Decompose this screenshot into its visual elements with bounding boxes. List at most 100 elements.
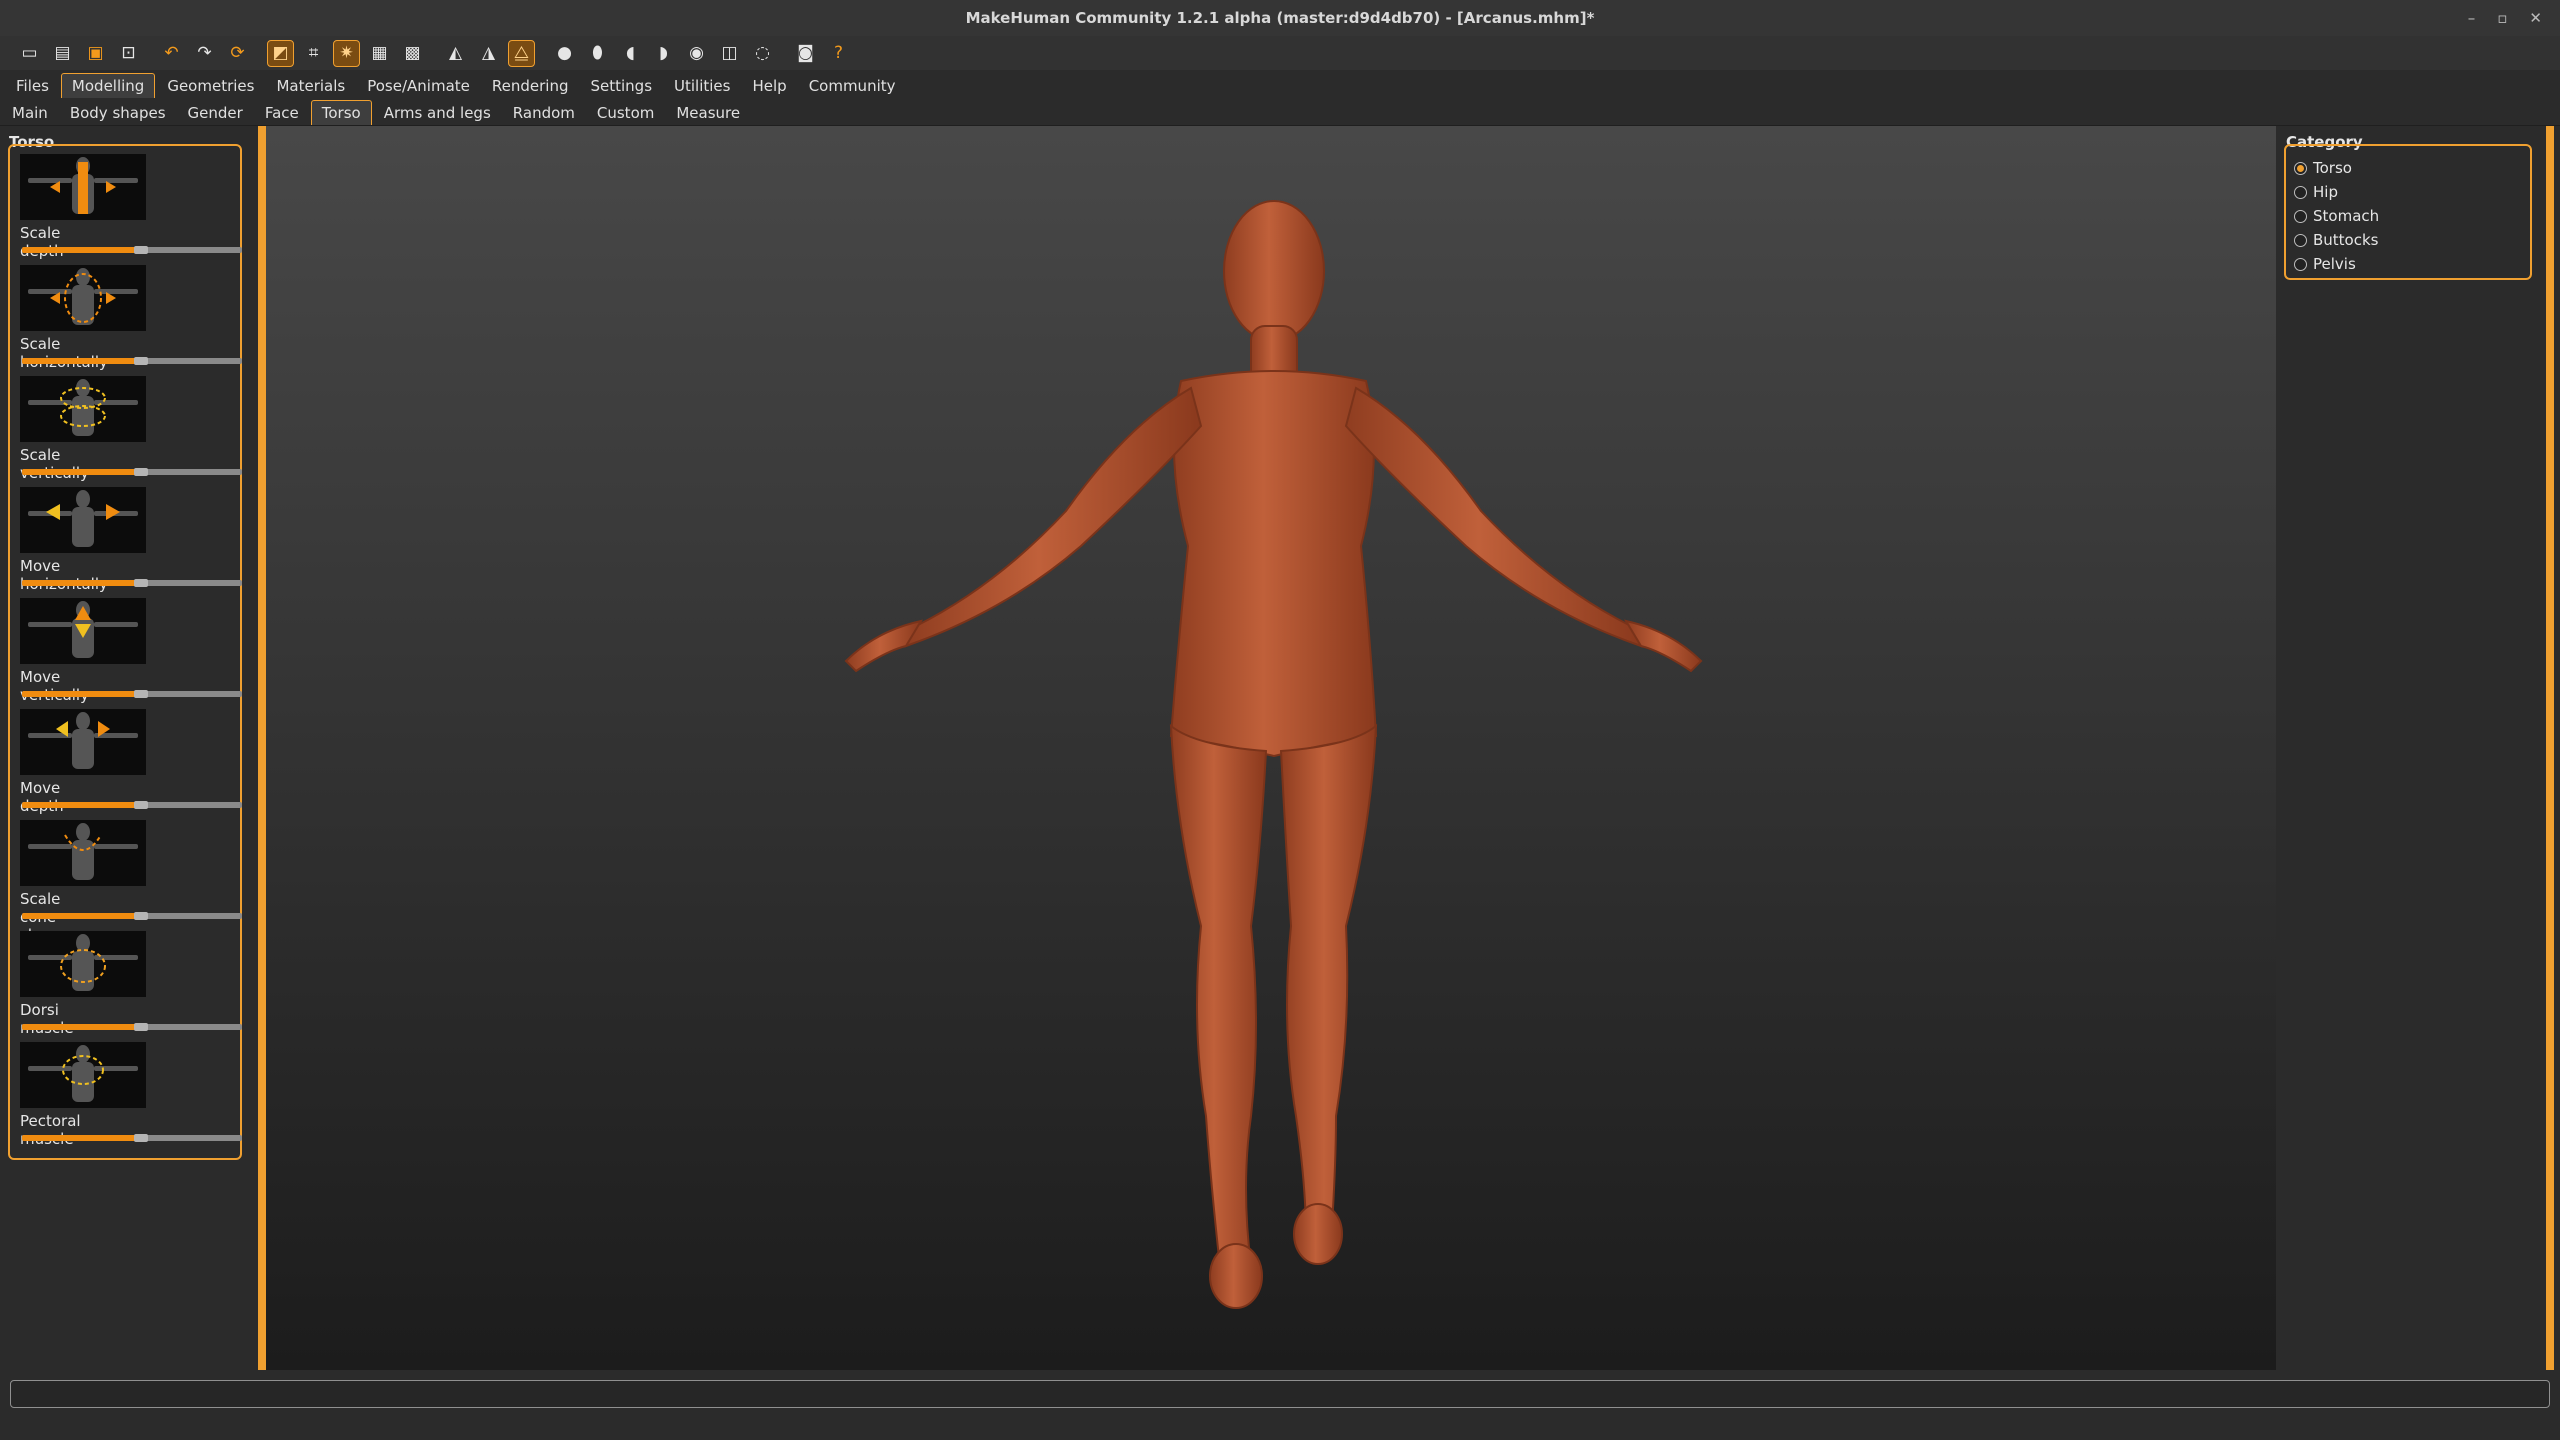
slider-handle[interactable] (134, 1023, 149, 1031)
tab-help[interactable]: Help (742, 74, 796, 98)
3d-viewport[interactable] (266, 126, 2276, 1370)
radio-icon[interactable] (2294, 161, 2307, 175)
tab-face[interactable]: Face (255, 101, 309, 125)
slider-track[interactable] (22, 357, 242, 365)
tab-custom[interactable]: Custom (587, 101, 664, 125)
torso-slider-panel: Scale depth Scale horizontally Scale verti… (8, 144, 242, 1160)
slider-handle[interactable] (134, 468, 149, 476)
category-option-hip[interactable]: Hip (2286, 180, 2530, 204)
slider-track[interactable] (22, 1023, 242, 1031)
new-icon[interactable]: ▭ (16, 40, 43, 67)
slider-track[interactable] (22, 912, 242, 920)
right-view-icon[interactable]: ◗ (650, 40, 677, 67)
left-splitter[interactable] (258, 126, 266, 1370)
screenshot-icon[interactable]: ◙ (792, 40, 819, 67)
tab-community[interactable]: Community (799, 74, 906, 98)
reset-camera-icon[interactable]: ◌ (749, 40, 776, 67)
slider-track[interactable] (22, 1134, 242, 1142)
sub-tabs: Main Body shapes Gender Face Torso Arms … (0, 98, 2560, 126)
slider-thumbnail (20, 265, 146, 331)
background-icon[interactable]: ✷ (333, 39, 360, 67)
radio-icon[interactable] (2294, 209, 2307, 223)
window-title: MakeHuman Community 1.2.1 alpha (master:… (965, 9, 1595, 27)
tab-files[interactable]: Files (6, 74, 59, 98)
category-option-pelvis[interactable]: Pelvis (2286, 252, 2530, 276)
tab-body-shapes[interactable]: Body shapes (60, 101, 176, 125)
wireframe-icon[interactable]: ⌗ (300, 40, 327, 67)
category-option-buttocks[interactable]: Buttocks (2286, 228, 2530, 252)
radio-icon[interactable] (2294, 257, 2307, 271)
grid-icon[interactable]: ▦ (366, 40, 393, 67)
slider-handle[interactable] (134, 912, 149, 920)
slider-track[interactable] (22, 801, 242, 809)
tab-random[interactable]: Random (503, 101, 585, 125)
slider-handle[interactable] (134, 357, 149, 365)
tab-main[interactable]: Main (2, 101, 58, 125)
tab-pose-animate[interactable]: Pose/Animate (357, 74, 480, 98)
slider-label: Scale depth (20, 224, 64, 260)
slider-track[interactable] (22, 579, 242, 587)
slider-fill (22, 691, 137, 697)
redo-icon[interactable]: ↷ (191, 40, 218, 67)
smooth-icon[interactable]: ◩ (267, 39, 294, 67)
slider-track[interactable] (22, 468, 242, 476)
back-view-icon[interactable]: ⬮ (584, 40, 611, 67)
slider-handle[interactable] (134, 801, 149, 809)
category-option-torso[interactable]: Torso (2286, 156, 2530, 180)
slider-label: Dorsi muscle (20, 1001, 74, 1037)
category-option-stomach[interactable]: Stomach (2286, 204, 2530, 228)
top-view-icon[interactable]: ◉ (683, 40, 710, 67)
tab-rendering[interactable]: Rendering (482, 74, 579, 98)
category-label: Buttocks (2313, 231, 2379, 249)
tab-utilities[interactable]: Utilities (664, 74, 740, 98)
symmetry-left-icon[interactable]: ◮ (475, 40, 502, 67)
load-icon[interactable]: ▣ (82, 40, 109, 67)
slider-handle[interactable] (134, 1134, 149, 1142)
category-label: Pelvis (2313, 255, 2356, 273)
export-icon[interactable]: ⊡ (115, 40, 142, 67)
tab-modelling[interactable]: Modelling (60, 73, 156, 98)
tab-measure[interactable]: Measure (666, 101, 750, 125)
file-tools: ▭ ▤ ▣ ⊡ (16, 40, 142, 67)
tab-gender[interactable]: Gender (178, 101, 253, 125)
front-view-icon[interactable]: ● (551, 40, 578, 67)
slider-thumbnail (20, 376, 146, 442)
slider-fill (22, 1024, 137, 1030)
tab-geometries[interactable]: Geometries (157, 74, 264, 98)
slider-track[interactable] (22, 246, 242, 254)
checker-icon[interactable]: ▩ (399, 40, 426, 67)
slider-fill (22, 802, 137, 808)
slider-fill (22, 469, 137, 475)
right-splitter[interactable] (2546, 126, 2554, 1370)
tab-arms-and-legs[interactable]: Arms and legs (374, 101, 501, 125)
slider-track[interactable] (22, 690, 242, 698)
tab-settings[interactable]: Settings (580, 74, 662, 98)
edit-tools: ↶ ↷ ⟳ (158, 40, 251, 67)
symmetry-right-icon[interactable]: ◭ (442, 40, 469, 67)
maximize-icon[interactable]: ▫ (2497, 9, 2507, 27)
save-icon[interactable]: ▤ (49, 40, 76, 67)
symmetry-icon[interactable]: ⧋ (508, 39, 535, 67)
human-model[interactable] (266, 126, 2276, 1370)
tab-materials[interactable]: Materials (266, 74, 355, 98)
close-icon[interactable]: ✕ (2529, 9, 2542, 27)
slider-handle[interactable] (134, 690, 149, 698)
left-view-icon[interactable]: ◖ (617, 40, 644, 67)
category-label: Stomach (2313, 207, 2380, 225)
minimize-icon[interactable]: – (2468, 9, 2476, 27)
tab-torso[interactable]: Torso (310, 100, 372, 125)
slider-thumbnail (20, 820, 146, 886)
slider-handle[interactable] (134, 246, 149, 254)
undo-icon[interactable]: ↶ (158, 40, 185, 67)
category-label: Hip (2313, 183, 2338, 201)
bottom-view-icon[interactable]: ◫ (716, 40, 743, 67)
radio-icon[interactable] (2294, 185, 2307, 199)
slider-handle[interactable] (134, 579, 149, 587)
radio-icon[interactable] (2294, 233, 2307, 247)
title-bar: MakeHuman Community 1.2.1 alpha (master:… (0, 0, 2560, 37)
help-icon[interactable]: ? (825, 40, 852, 67)
misc-tools: ◙ ? (792, 40, 852, 67)
reset-icon[interactable]: ⟳ (224, 40, 251, 67)
slider-thumbnail (20, 931, 146, 997)
slider-fill (22, 1135, 137, 1141)
